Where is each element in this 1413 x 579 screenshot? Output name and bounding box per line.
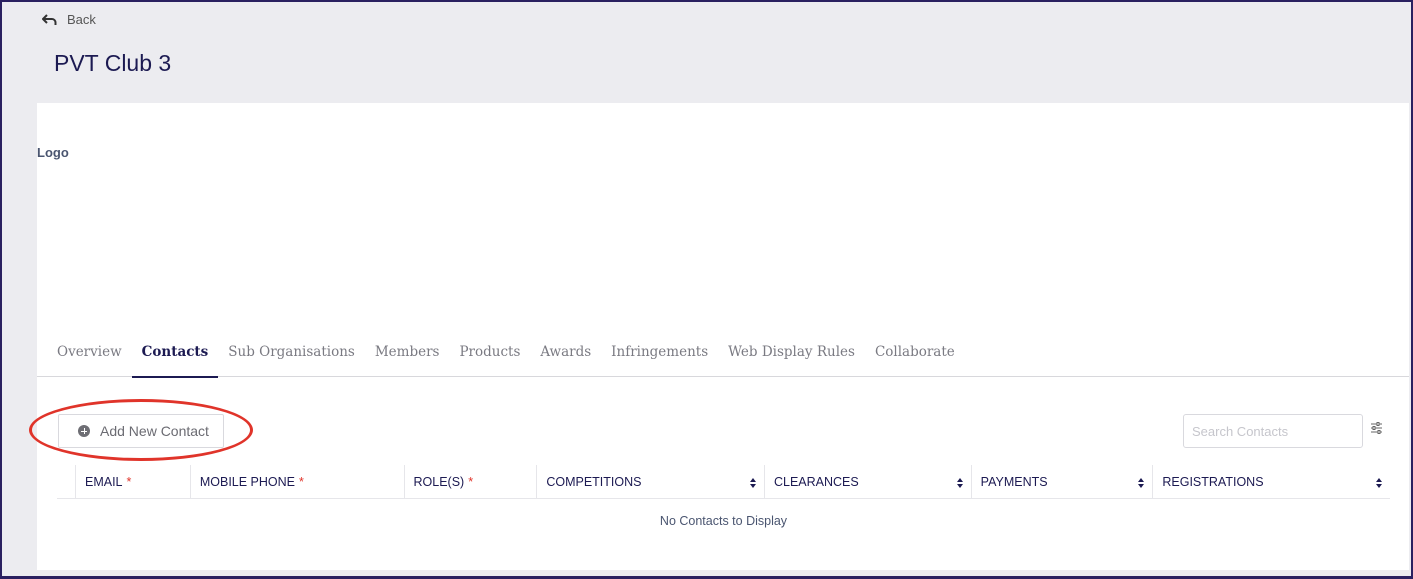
sort-icon	[1138, 478, 1145, 488]
column-header-registrations[interactable]: REGISTRATIONS	[1152, 465, 1390, 498]
back-link[interactable]: Back	[42, 12, 96, 27]
column-header-email: EMAIL *	[75, 465, 190, 498]
sort-icon	[956, 478, 963, 488]
tab-web-display-rules[interactable]: Web Display Rules	[718, 329, 865, 377]
column-label: REGISTRATIONS	[1162, 474, 1264, 489]
column-label: MOBILE PHONE	[199, 474, 296, 489]
plus-circle-icon	[78, 425, 90, 437]
tab-products[interactable]: Products	[449, 329, 530, 377]
tab-sub-organisations[interactable]: Sub Organisations	[218, 329, 365, 377]
column-label: EMAIL	[85, 474, 123, 489]
tab-awards[interactable]: Awards	[530, 329, 601, 377]
organisation-panel: Logo Overview Contacts Sub Organisations…	[29, 103, 1409, 570]
required-marker: *	[299, 474, 304, 489]
add-new-contact-button[interactable]: Add New Contact	[58, 414, 224, 448]
tab-infringements[interactable]: Infringements	[601, 329, 718, 377]
filter-sliders-icon[interactable]	[1370, 422, 1383, 434]
column-label: PAYMENTS	[980, 474, 1048, 489]
column-label: ROLE(S)	[413, 474, 465, 489]
sort-icon	[749, 478, 756, 488]
contacts-table: EMAIL * MOBILE PHONE * ROLE(S) * COMPETI…	[57, 465, 1390, 528]
column-header-payments[interactable]: PAYMENTS	[970, 465, 1153, 498]
required-marker: *	[126, 474, 132, 489]
empty-state-message: No Contacts to Display	[659, 514, 788, 528]
page-title: PVT Club 3	[54, 50, 172, 76]
search-contacts-input[interactable]	[1183, 414, 1363, 448]
required-marker: *	[468, 474, 474, 489]
tab-members[interactable]: Members	[365, 329, 450, 377]
table-header-row: EMAIL * MOBILE PHONE * ROLE(S) * COMPETI…	[57, 465, 1390, 499]
table-header-spacer	[57, 465, 75, 498]
column-header-mobile-phone: MOBILE PHONE *	[189, 465, 404, 498]
column-header-clearances[interactable]: CLEARANCES	[763, 465, 971, 498]
add-new-contact-label: Add New Contact	[100, 423, 209, 439]
sort-icon	[1376, 478, 1382, 488]
tab-collaborate[interactable]: Collaborate	[865, 329, 965, 377]
tab-overview[interactable]: Overview	[47, 329, 132, 377]
back-label: Back	[67, 12, 96, 27]
column-label: COMPETITIONS	[546, 474, 642, 489]
tab-contacts[interactable]: Contacts	[131, 329, 219, 378]
column-header-competitions[interactable]: COMPETITIONS	[536, 465, 764, 498]
back-arrow-icon	[42, 13, 57, 25]
tab-bar: Overview Contacts Sub Organisations Memb…	[37, 329, 1409, 378]
logo-placeholder: Logo	[37, 145, 69, 160]
column-header-roles: ROLE(S) *	[403, 465, 537, 498]
column-label: CLEARANCES	[773, 474, 859, 489]
